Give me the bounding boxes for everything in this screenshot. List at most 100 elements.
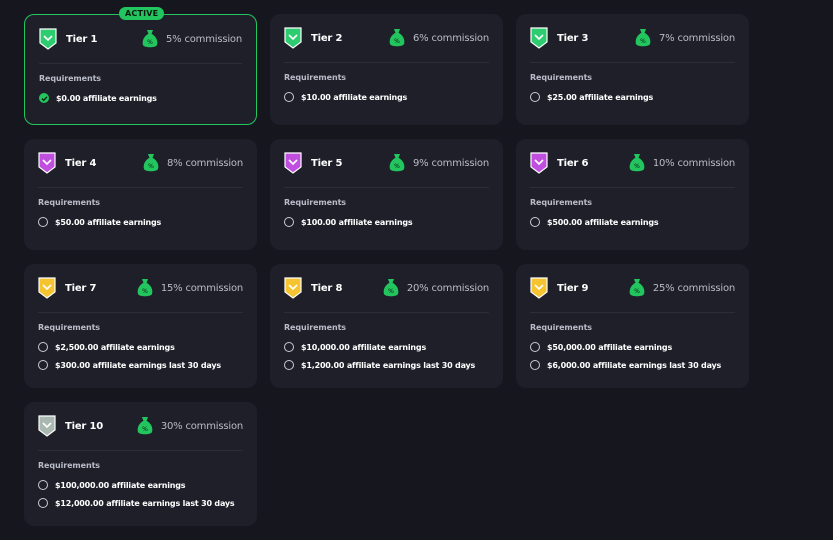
tier-card: Tier 7% 15% commission Requirements $2,500.… <box>24 264 257 388</box>
requirements-title: Requirements <box>530 323 592 332</box>
requirement-text: $0.00 affiliate earnings <box>56 93 157 103</box>
empty-circle-icon <box>38 217 48 227</box>
empty-circle-icon <box>530 360 540 370</box>
requirements-title: Requirements <box>39 74 101 83</box>
tier-badge-icon <box>530 277 548 299</box>
requirement-text: $50,000.00 affiliate earnings <box>547 342 673 352</box>
tier-badge-icon <box>284 277 302 299</box>
svg-text:%: % <box>142 426 148 433</box>
empty-circle-icon <box>38 360 48 370</box>
svg-text:%: % <box>634 288 640 295</box>
tier-card: Tier 10% 30% commission Requirements $100,0… <box>24 402 257 526</box>
tier-header: Tier 10% 30% commission <box>38 402 243 451</box>
empty-circle-icon <box>284 360 294 370</box>
requirement-item: $50,000.00 affiliate earnings <box>530 341 672 353</box>
requirement-item: $6,000.00 affiliate earnings last 30 day… <box>530 359 721 371</box>
requirement-text: $50.00 affiliate earnings <box>55 217 162 227</box>
requirement-text: $300.00 affiliate earnings last 30 days <box>55 360 221 370</box>
money-bag-icon: % <box>137 416 153 436</box>
tier-card: Tier 9% 25% commission Requirements $50,000… <box>516 264 749 388</box>
requirement-text: $500.00 affiliate earnings <box>547 217 659 227</box>
tier-commission: 5% commission <box>166 33 242 45</box>
tier-header: Tier 5% 9% commission <box>284 139 489 188</box>
requirement-item: $100.00 affiliate earnings <box>284 216 413 228</box>
requirement-item: $12,000.00 affiliate earnings last 30 da… <box>38 497 235 509</box>
tier-badge-icon <box>530 27 548 49</box>
tier-badge-icon <box>39 28 57 50</box>
tier-card: Tier 5% 9% commission Requirements $100.00 … <box>270 139 503 250</box>
requirement-item: $500.00 affiliate earnings <box>530 216 659 228</box>
money-bag-icon: % <box>137 278 153 298</box>
requirement-text: $10,000.00 affiliate earnings <box>301 342 427 352</box>
requirement-text: $10.00 affiliate earnings <box>301 92 408 102</box>
tier-badge-icon <box>38 415 56 437</box>
empty-circle-icon <box>284 217 294 227</box>
requirement-item: $0.00 affiliate earnings <box>39 92 157 104</box>
svg-text:%: % <box>394 38 400 45</box>
requirements-title: Requirements <box>284 73 346 82</box>
tier-badge-icon <box>284 152 302 174</box>
tier-name: Tier 10 <box>65 420 103 432</box>
money-bag-icon: % <box>389 28 405 48</box>
tier-name: Tier 8 <box>311 282 343 294</box>
tier-commission: 8% commission <box>167 157 243 169</box>
tier-card: Tier 3% 7% commission Requirements $25.00 a… <box>516 14 749 125</box>
requirement-text: $2,500.00 affiliate earnings <box>55 342 175 352</box>
empty-circle-icon <box>530 217 540 227</box>
empty-circle-icon <box>530 92 540 102</box>
tier-header: Tier 8% 20% commission <box>284 264 489 313</box>
tier-commission: 25% commission <box>652 282 735 294</box>
tier-name: Tier 3 <box>557 32 589 44</box>
tier-name: Tier 1 <box>66 33 98 45</box>
svg-text:%: % <box>394 163 400 170</box>
requirements-title: Requirements <box>38 461 100 470</box>
tier-header: Tier 4% 8% commission <box>38 139 243 188</box>
tier-name: Tier 7 <box>65 282 97 294</box>
tier-badge-icon <box>38 277 56 299</box>
tier-card: Tier 4% 8% commission Requirements $50.00 a… <box>24 139 257 250</box>
empty-circle-icon <box>284 92 294 102</box>
empty-circle-icon <box>38 342 48 352</box>
tier-header: Tier 7% 15% commission <box>38 264 243 313</box>
tier-card: ACTIVE Tier 1% 5% commission Requirements $0… <box>24 7 257 125</box>
tier-commission: 15% commission <box>160 282 243 294</box>
requirement-text: $6,000.00 affiliate earnings last 30 day… <box>547 360 722 370</box>
requirement-text: $25.00 affiliate earnings <box>547 92 654 102</box>
tier-name: Tier 2 <box>311 32 343 44</box>
requirement-text: $100,000.00 affiliate earnings <box>55 480 186 490</box>
check-circle-icon <box>39 93 49 103</box>
money-bag-icon: % <box>143 153 159 173</box>
requirement-text: $100.00 affiliate earnings <box>301 217 413 227</box>
tier-commission: 7% commission <box>659 32 735 44</box>
requirements-title: Requirements <box>530 73 592 82</box>
tier-card: Tier 2% 6% commission Requirements $10.00 a… <box>270 14 503 125</box>
tier-commission: 6% commission <box>413 32 489 44</box>
money-bag-icon: % <box>142 29 158 49</box>
requirements-title: Requirements <box>284 198 346 207</box>
tier-header: Tier 6% 10% commission <box>530 139 735 188</box>
requirement-text: $12,000.00 affiliate earnings last 30 da… <box>55 498 235 508</box>
money-bag-icon: % <box>629 153 645 173</box>
requirement-item: $2,500.00 affiliate earnings <box>38 341 175 353</box>
svg-text:%: % <box>640 38 646 45</box>
empty-circle-icon <box>38 480 48 490</box>
tier-badge-icon <box>284 27 302 49</box>
empty-circle-icon <box>38 498 48 508</box>
tier-commission: 20% commission <box>406 282 489 294</box>
tier-header: Tier 1% 5% commission <box>39 15 242 64</box>
tier-name: Tier 6 <box>557 157 589 169</box>
requirements-title: Requirements <box>284 323 346 332</box>
requirement-item: $50.00 affiliate earnings <box>38 216 161 228</box>
svg-text:%: % <box>388 288 394 295</box>
requirements-title: Requirements <box>38 198 100 207</box>
tier-commission: 9% commission <box>413 157 489 169</box>
empty-circle-icon <box>284 342 294 352</box>
money-bag-icon: % <box>383 278 399 298</box>
money-bag-icon: % <box>629 278 645 298</box>
tier-commission: 30% commission <box>160 420 243 432</box>
requirement-item: $300.00 affiliate earnings last 30 days <box>38 359 221 371</box>
tier-card: Tier 6% 10% commission Requirements $500.00… <box>516 139 749 250</box>
tier-badge-icon <box>530 152 548 174</box>
svg-text:%: % <box>147 39 153 46</box>
requirement-text: $1,200.00 affiliate earnings last 30 day… <box>301 360 476 370</box>
